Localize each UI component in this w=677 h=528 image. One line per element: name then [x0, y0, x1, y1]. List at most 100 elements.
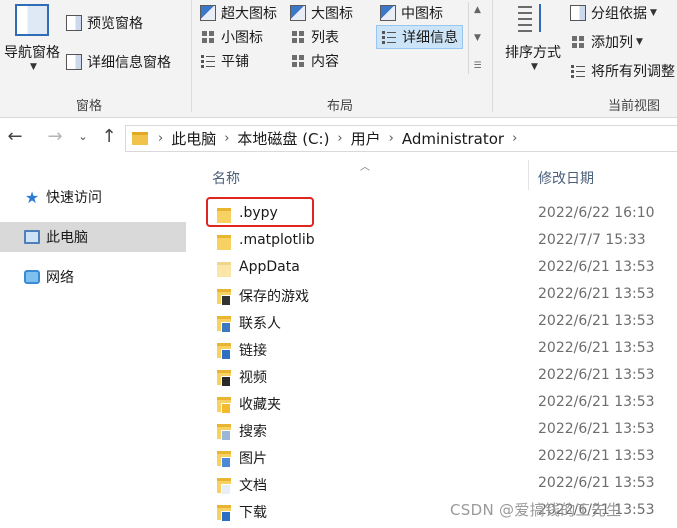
content-view-icon	[290, 53, 306, 69]
folder-icon	[217, 235, 231, 250]
file-name: 联系人	[239, 316, 281, 332]
file-row[interactable]: 文档 2022/6/21 13:53	[190, 472, 677, 499]
nav-item-this-pc[interactable]: 此电脑	[0, 222, 186, 252]
file-row[interactable]: 链接 2022/6/21 13:53	[190, 337, 677, 364]
nav-item-quick-access[interactable]: ★ 快速访问	[0, 182, 186, 212]
sort-by-button[interactable]: 排序方式 ▼	[500, 2, 566, 72]
chevron-right-icon[interactable]: ›	[224, 131, 229, 146]
add-column-button[interactable]: 添加列 ▼	[570, 31, 643, 53]
more-icon[interactable]: ☰	[473, 61, 481, 71]
file-row[interactable]: 视频 2022/6/21 13:53	[190, 364, 677, 391]
file-row[interactable]: .bypy 2022/6/22 16:10	[190, 202, 677, 229]
large-icons-icon	[290, 5, 306, 21]
layout-item-label: 大图标	[311, 6, 353, 22]
up-arrow-icon[interactable]: ↑	[98, 127, 120, 147]
file-name: 收藏夹	[239, 397, 281, 413]
small-icons-icon	[200, 29, 216, 45]
layout-item-label: 平铺	[221, 54, 249, 70]
layout-content[interactable]: 内容	[290, 50, 339, 72]
navigation-pane-label: 导航窗格	[4, 45, 60, 61]
layout-item-label: 详细信息	[402, 30, 458, 46]
breadcrumb-item[interactable]: 此电脑	[171, 128, 216, 149]
layout-details[interactable]: 详细信息	[376, 25, 463, 49]
column-divider[interactable]	[528, 160, 529, 190]
layout-tiles[interactable]: 平铺	[200, 50, 249, 72]
file-row[interactable]: 联系人 2022/6/21 13:53	[190, 310, 677, 337]
pane-group-label: 窗格	[76, 99, 103, 114]
group-by-button[interactable]: 分组依据 ▼	[570, 2, 657, 24]
column-header-name[interactable]: 名称	[212, 168, 240, 188]
preview-pane-icon	[66, 15, 82, 31]
file-name: .matplotlib	[239, 232, 315, 248]
chevron-down-icon: ▼	[636, 37, 643, 47]
chevron-right-icon[interactable]: ›	[158, 131, 163, 146]
watermark: CSDN @爱搞钱的工先生	[450, 501, 622, 519]
breadcrumb-item[interactable]: 用户	[351, 128, 381, 149]
nav-item-network[interactable]: 网络	[0, 262, 186, 292]
navigation-pane-button[interactable]: 导航窗格 ▼	[0, 4, 64, 72]
medium-icons-icon	[380, 5, 396, 21]
file-row[interactable]: 保存的游戏 2022/6/21 13:53	[190, 283, 677, 310]
file-date: 2022/6/21 13:53	[538, 421, 655, 437]
recent-locations-chevron-icon[interactable]: ⌄	[72, 127, 94, 147]
preview-pane-label: 预览窗格	[87, 16, 143, 32]
layout-medium-icons[interactable]: 中图标	[380, 2, 443, 24]
chevron-up-icon[interactable]: ▲	[474, 5, 481, 15]
breadcrumb-item[interactable]: Administrator	[402, 130, 504, 148]
file-row[interactable]: 搜索 2022/6/21 13:53	[190, 418, 677, 445]
breadcrumb-item[interactable]: 本地磁盘 (C:)	[237, 128, 329, 149]
address-bar[interactable]: › 此电脑 › 本地磁盘 (C:) › 用户 › Administrator ›	[125, 125, 677, 152]
links-folder-icon	[217, 343, 231, 360]
current-view-group-label: 当前视图	[608, 99, 661, 114]
details-pane-button[interactable]: 详细信息窗格	[66, 51, 171, 73]
file-date: 2022/6/21 13:53	[538, 448, 655, 464]
layout-small-icons[interactable]: 小图标	[200, 26, 263, 48]
add-column-icon	[570, 34, 586, 50]
layout-item-label: 内容	[311, 54, 339, 70]
chevron-right-icon[interactable]: ›	[337, 131, 342, 146]
file-name: AppData	[239, 259, 300, 275]
list-view-icon	[290, 29, 306, 45]
chevron-right-icon[interactable]: ›	[512, 131, 517, 146]
chevron-down-icon: ▼	[531, 62, 538, 72]
details-pane-icon	[66, 54, 82, 70]
preview-pane-button[interactable]: 预览窗格	[66, 12, 143, 34]
network-icon	[24, 270, 40, 284]
file-row[interactable]: .matplotlib 2022/7/7 15:33	[190, 229, 677, 256]
contacts-folder-icon	[217, 316, 231, 333]
layout-gallery-scroller[interactable]: ▲ ▼ ☰	[468, 2, 486, 74]
column-header-modified[interactable]: 修改日期	[538, 168, 594, 188]
downloads-folder-icon	[217, 505, 231, 522]
layout-item-label: 列表	[311, 30, 339, 46]
documents-folder-icon	[217, 478, 231, 495]
layout-list[interactable]: 列表	[290, 26, 339, 48]
star-icon: ★	[24, 187, 40, 207]
add-column-label: 添加列	[591, 35, 633, 51]
layout-large-icons[interactable]: 大图标	[290, 2, 353, 24]
chevron-down-icon: ▼	[650, 8, 657, 18]
file-row[interactable]: 图片 2022/6/21 13:53	[190, 445, 677, 472]
details-view-icon	[381, 29, 397, 45]
file-date: 2022/6/21 13:53	[538, 286, 655, 302]
fit-columns-button[interactable]: 将所有列调整	[570, 60, 675, 82]
chevron-down-icon[interactable]: ▼	[474, 33, 481, 43]
file-name: .bypy	[239, 205, 278, 221]
file-list: ︿ 名称 修改日期 .bypy 2022/6/22 16:10 .matplot…	[190, 158, 677, 528]
group-divider	[492, 0, 493, 112]
file-name: 搜索	[239, 424, 267, 440]
sort-ascending-icon: ︿	[360, 162, 370, 173]
layout-item-label: 小图标	[221, 30, 263, 46]
back-arrow-icon[interactable]: ←	[4, 127, 26, 147]
file-name: 链接	[239, 343, 267, 359]
file-row[interactable]: AppData 2022/6/21 13:53	[190, 256, 677, 283]
nav-item-label: 此电脑	[46, 230, 88, 246]
file-date: 2022/6/21 13:53	[538, 313, 655, 329]
file-row[interactable]: 收藏夹 2022/6/21 13:53	[190, 391, 677, 418]
layout-group-label: 布局	[327, 99, 354, 114]
chevron-right-icon[interactable]: ›	[389, 131, 394, 146]
layout-extra-large-icons[interactable]: 超大图标	[200, 2, 277, 24]
file-name: 下载	[239, 505, 267, 521]
fit-columns-icon	[570, 63, 586, 79]
forward-arrow-icon[interactable]: →	[44, 127, 66, 147]
layout-item-label: 超大图标	[221, 6, 277, 22]
